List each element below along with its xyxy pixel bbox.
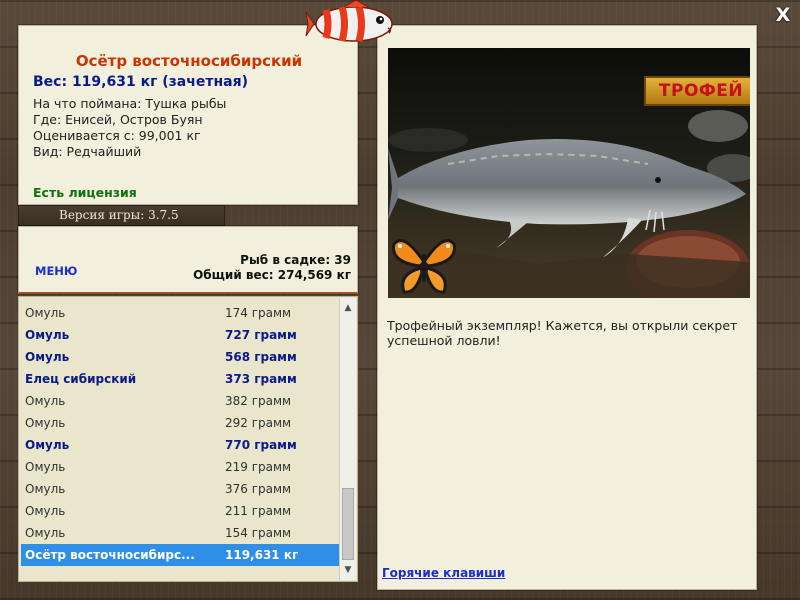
catch-row-fish-name: Омуль: [25, 306, 66, 320]
catch-list[interactable]: Омуль 174 грамм Омуль 727 грамм Омуль 568 гра…: [18, 296, 358, 582]
catch-row[interactable]: Омуль 727 грамм: [21, 324, 341, 346]
catch-row-fish-name: Омуль: [25, 482, 66, 496]
keep-net-stats: Рыб в садке: 39 Общий вес: 274,569 кг: [193, 253, 351, 283]
scoring-info: Оценивается с: 99,001 кг: [33, 128, 201, 143]
catch-row-fish-name: Осётр восточносибирс...: [25, 548, 195, 562]
catch-info-panel: Осётр восточносибирский Вес: 119,631 кг …: [18, 25, 358, 205]
catch-row-weight: 770 грамм: [225, 438, 297, 452]
catch-row-fish-name: Омуль: [25, 350, 70, 364]
catch-row-fish-name: Омуль: [25, 438, 70, 452]
rarity-info: Вид: Редчайший: [33, 144, 142, 159]
trophy-panel: ТРОФЕЙ Трофейный экземпляр! Кажется, вы …: [377, 25, 757, 590]
catch-row-weight: 154 грамм: [225, 526, 292, 540]
catch-row-weight: 373 грамм: [225, 372, 297, 386]
catch-row[interactable]: Елец сибирский 373 грамм: [21, 368, 341, 390]
catch-row-weight: 211 грамм: [225, 504, 292, 518]
catch-row-fish-name: Омуль: [25, 416, 66, 430]
catch-row-weight: 174 грамм: [225, 306, 292, 320]
license-status: Есть лицензия: [33, 185, 137, 200]
keep-net-panel: МЕНЮ Рыб в садке: 39 Общий вес: 274,569 …: [18, 226, 358, 294]
catch-row[interactable]: Омуль 154 грамм: [21, 522, 341, 544]
catch-row-fish-name: Омуль: [25, 328, 70, 342]
location-info: Где: Енисей, Остров Буян: [33, 112, 203, 127]
catch-row[interactable]: Омуль 376 грамм: [21, 478, 341, 500]
total-weight: Общий вес: 274,569 кг: [193, 268, 351, 282]
scroll-up-icon[interactable]: ▲: [340, 300, 356, 316]
catch-row[interactable]: Омуль 568 грамм: [21, 346, 341, 368]
scroll-down-icon[interactable]: ▼: [340, 562, 356, 578]
menu-button[interactable]: МЕНЮ: [35, 264, 77, 278]
catch-row[interactable]: Омуль 770 грамм: [21, 434, 341, 456]
catch-list-scrollbar[interactable]: ▲ ▼: [339, 298, 356, 580]
catch-row-weight: 382 грамм: [225, 394, 292, 408]
catch-row-weight: 376 грамм: [225, 482, 292, 496]
fish-count: Рыб в садке: 39: [240, 253, 351, 267]
butterfly-icon: [390, 232, 458, 298]
hotkeys-link[interactable]: Горячие клавиши: [382, 566, 505, 580]
game-version: Версия игры: 3.7.5: [18, 205, 225, 226]
catch-row-fish-name: Омуль: [25, 460, 66, 474]
scroll-thumb[interactable]: [342, 488, 354, 560]
trophy-badge: ТРОФЕЙ: [644, 76, 750, 106]
catch-row-selected[interactable]: Осётр восточносибирс... 119,631 кг: [21, 544, 341, 566]
fish-logo-icon: [304, 0, 402, 48]
catch-row-weight: 292 грамм: [225, 416, 292, 430]
fish-title: Осётр восточносибирский: [75, 52, 303, 70]
bait-info: На что поймана: Тушка рыбы: [33, 96, 227, 111]
catch-row-weight: 568 грамм: [225, 350, 297, 364]
fish-photo: ТРОФЕЙ: [388, 48, 750, 298]
fish-weight: Вес: 119,631 кг (зачетная): [33, 74, 248, 90]
catch-row-weight: 219 грамм: [225, 460, 292, 474]
catch-row[interactable]: Омуль 211 грамм: [21, 500, 341, 522]
catch-row-fish-name: Елец сибирский: [25, 372, 137, 386]
catch-row-weight: 119,631 кг: [225, 548, 299, 562]
catch-row[interactable]: Омуль 292 грамм: [21, 412, 341, 434]
catch-row[interactable]: Омуль 382 грамм: [21, 390, 341, 412]
catch-list-rows: Омуль 174 грамм Омуль 727 грамм Омуль 568 гра…: [21, 302, 341, 566]
close-icon[interactable]: X: [772, 4, 794, 26]
catch-row-fish-name: Омуль: [25, 394, 66, 408]
trophy-caption: Трофейный экземпляр! Кажется, вы открыли…: [387, 318, 738, 348]
catch-row[interactable]: Омуль 219 грамм: [21, 456, 341, 478]
catch-row-weight: 727 грамм: [225, 328, 297, 342]
catch-row[interactable]: Омуль 174 грамм: [21, 302, 341, 324]
catch-row-fish-name: Омуль: [25, 504, 66, 518]
catch-row-fish-name: Омуль: [25, 526, 66, 540]
